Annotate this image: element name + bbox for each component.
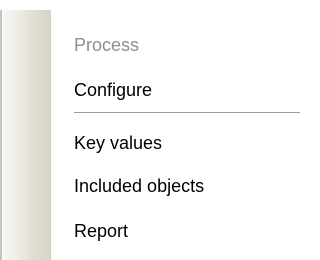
menu-separator (74, 112, 300, 114)
menu-item-report[interactable]: Report (74, 217, 294, 245)
menu-item-included-objects[interactable]: Included objects (74, 172, 294, 200)
menu-top-band (0, 0, 300, 10)
menu-item-key-values[interactable]: Key values (74, 129, 294, 157)
menu-screen: Process Configure Key values Included ob… (0, 0, 300, 260)
menu-icon-strip (3, 0, 50, 260)
menu-item-configure[interactable]: Configure (74, 76, 294, 104)
menu-left-border (0, 0, 2, 260)
menu-icon-strip-edge (50, 0, 51, 260)
context-menu: Process Configure Key values Included ob… (0, 0, 300, 260)
menu-item-process[interactable]: Process (74, 31, 294, 59)
